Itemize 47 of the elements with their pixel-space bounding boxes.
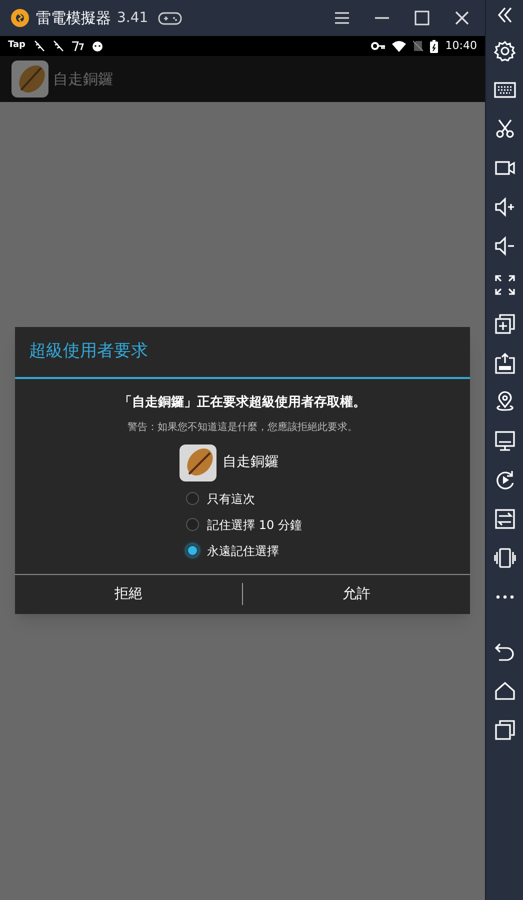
dialog-title: 超級使用者要求 bbox=[29, 340, 148, 364]
location-icon[interactable] bbox=[494, 391, 516, 413]
shake-icon[interactable] bbox=[494, 547, 516, 569]
logo-icon bbox=[10, 8, 30, 28]
app-name: 自走銅鑼 bbox=[222, 453, 278, 472]
apk-install-icon[interactable] bbox=[494, 352, 516, 374]
gamepad-icon[interactable] bbox=[158, 10, 182, 26]
notification-label: Tap bbox=[8, 39, 26, 52]
back-icon[interactable] bbox=[494, 641, 516, 663]
option-label: 記住選擇 10 分鐘 bbox=[207, 516, 302, 534]
volume-down-icon[interactable] bbox=[494, 235, 516, 257]
dialog-button[interactable]: 允許 bbox=[243, 574, 470, 614]
request-message: 「自走銅鑼」正在要求超級使用者存取權。 bbox=[119, 394, 366, 412]
swap-icon[interactable] bbox=[494, 508, 516, 530]
monitor-icon[interactable] bbox=[494, 430, 516, 452]
radio-button[interactable] bbox=[186, 544, 199, 557]
version-label: 3.41 bbox=[117, 8, 148, 28]
face-icon bbox=[92, 40, 102, 52]
window-title: 雷電模擬器 bbox=[36, 8, 111, 29]
fullscreen-icon[interactable] bbox=[494, 274, 516, 296]
dialog-button[interactable]: 拒絕 bbox=[15, 574, 242, 614]
settings-icon[interactable] bbox=[494, 40, 516, 62]
clock-time: 10:40 bbox=[445, 38, 477, 54]
battery-icon bbox=[430, 40, 438, 52]
home-icon[interactable] bbox=[494, 680, 516, 702]
key-icon bbox=[371, 41, 386, 51]
scissors-icon[interactable] bbox=[494, 118, 516, 140]
replay-icon[interactable] bbox=[494, 469, 516, 491]
volume-up-icon[interactable] bbox=[494, 196, 516, 218]
feather-icon bbox=[52, 40, 64, 52]
warning-text: 警告：如果您不知道這是什麼，您應該拒絕此要求。 bbox=[128, 420, 358, 434]
multi-window-icon[interactable] bbox=[494, 313, 516, 335]
keyboard-icon[interactable] bbox=[494, 79, 516, 101]
option-label: 只有這次 bbox=[207, 490, 255, 508]
menu-icon[interactable] bbox=[334, 11, 350, 25]
close-icon[interactable] bbox=[454, 10, 470, 26]
recent-apps-icon[interactable] bbox=[494, 719, 516, 741]
app-icon bbox=[11, 60, 49, 98]
maximize-icon[interactable] bbox=[414, 10, 430, 26]
no-signal-icon bbox=[413, 40, 424, 52]
app-icon bbox=[178, 444, 216, 482]
app-title: 自走銅鑼 bbox=[53, 68, 113, 90]
wifi-icon bbox=[392, 40, 406, 52]
option-label: 永遠記住選擇 bbox=[207, 542, 279, 560]
radio-button[interactable] bbox=[186, 492, 199, 505]
radio-button[interactable] bbox=[186, 518, 199, 531]
feather-icon bbox=[32, 40, 44, 52]
